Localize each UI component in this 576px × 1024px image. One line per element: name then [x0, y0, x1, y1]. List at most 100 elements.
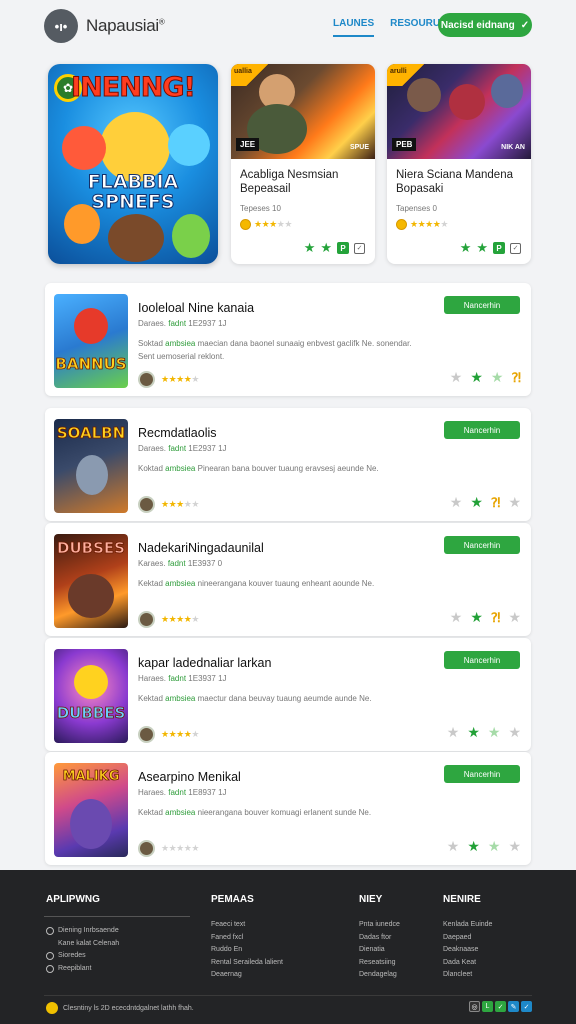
featured-card[interactable]: uallia JEE SPUE Acabliga Nesmsian Bepeas…	[231, 64, 375, 264]
star-icon: ★	[440, 219, 448, 229]
star-icon[interactable]: ★	[450, 609, 463, 626]
favorite-star-icon[interactable]: ★	[470, 609, 483, 626]
footer-link[interactable]: Rental Seraileda lalient	[211, 957, 283, 970]
favorite-star-icon[interactable]: ★	[467, 724, 480, 741]
list-item-title: NadekariNingadaunilal	[138, 541, 264, 555]
star-icon[interactable]: ★	[491, 369, 504, 386]
star-icon: ★	[161, 614, 169, 624]
favorite-star-icon[interactable]: ★	[304, 240, 316, 256]
footer-heading: PEMAAS	[211, 894, 254, 905]
game-thumbnail: BANNUS	[54, 294, 128, 388]
star-icon[interactable]: ★	[447, 724, 460, 741]
star-icon[interactable]: ★	[508, 838, 521, 855]
footer-link[interactable]: Reseatsiing	[359, 957, 400, 970]
rating-stars: ★★★★★	[254, 219, 292, 230]
header-cta-button[interactable]: Nacisd eidnang ✓	[438, 13, 532, 37]
game-thumbnail: DUBBES	[54, 649, 128, 743]
list-item-button[interactable]: Nancerhin	[444, 421, 520, 439]
footer-option[interactable]: Sioredes	[46, 950, 119, 963]
radio-icon[interactable]	[46, 927, 54, 936]
footer-link[interactable]: Deaknaase	[443, 944, 492, 957]
check-icon[interactable]: ✓	[521, 1001, 532, 1012]
list-item-rating: ★★★★★	[138, 840, 199, 857]
favorite-star-icon[interactable]: ★	[470, 494, 483, 511]
link-icon[interactable]: L	[482, 1001, 493, 1012]
social-links: ◎ L ✓ ✎ ✓	[469, 1001, 532, 1012]
edit-icon[interactable]: ✎	[508, 1001, 519, 1012]
footer-option[interactable]: Kane kalat Celenah	[46, 938, 119, 951]
brand-name[interactable]: Napausiai®	[86, 16, 165, 36]
star-icon[interactable]: ★	[508, 724, 521, 741]
list-item-button[interactable]: Nancerhin	[444, 296, 520, 314]
footer-link[interactable]: Dlancleet	[443, 969, 492, 982]
nav-launes[interactable]: LAUNES	[333, 18, 375, 37]
star-icon[interactable]: ★	[508, 494, 521, 511]
list-item[interactable]: SOALBN Recmdatlaolis Daraes. fadnt 1E293…	[45, 408, 531, 521]
star-icon: ★	[284, 219, 292, 229]
featured-hero-image[interactable]: ✿ INENNG! FLABBIA SPNEFS	[48, 64, 218, 264]
list-item-meta: Haraes. fadnt 1E8937 1J	[138, 788, 227, 797]
star-icon[interactable]: ★	[450, 369, 463, 386]
footer-option[interactable]: Reepiblant	[46, 963, 119, 976]
star-icon[interactable]: ★	[447, 838, 460, 855]
list-item-description: Soktad ambsiea maecian dana baonel sunaa…	[138, 339, 412, 361]
list-item-meta: Karaes. fadnt 1E3937 0	[138, 559, 223, 568]
page-icon[interactable]: P	[337, 242, 349, 254]
settings-icon[interactable]: ◎	[469, 1001, 480, 1012]
bookmark-icon[interactable]: ⁈	[511, 370, 521, 386]
site-footer: APLIPWNG Diening Inrbsaende Kane kalat C…	[0, 870, 576, 1024]
featured-card[interactable]: arulli PEB NIK AN Niera Sciana Mandena B…	[387, 64, 531, 264]
footer-link[interactable]: Pnta iunedce	[359, 919, 400, 932]
star-icon[interactable]: ★	[508, 609, 521, 626]
star-icon[interactable]: ★	[488, 838, 501, 855]
favorite-star-icon[interactable]: ★	[320, 240, 332, 256]
star-icon: ★	[269, 219, 277, 229]
footer-link[interactable]: Dienatia	[359, 944, 400, 957]
radio-icon[interactable]	[46, 952, 54, 961]
list-item[interactable]: DUBSES NadekariNingadaunilal Karaes. fad…	[45, 523, 531, 636]
footer-link[interactable]: Deaernag	[211, 969, 283, 982]
footer-link[interactable]: Faned fxcl	[211, 932, 283, 945]
check-box-icon[interactable]: ✓	[354, 242, 365, 254]
footer-link[interactable]: Daepaed	[443, 932, 492, 945]
list-item-actions: ★ ★ ★ ★	[447, 838, 521, 855]
list-item-description: Kektad ambsiea maectur dana beuvay tuaun…	[138, 694, 372, 703]
bookmark-icon[interactable]: ⁈	[491, 610, 501, 626]
footer-link[interactable]: Ruddo En	[211, 944, 283, 957]
footer-link[interactable]: Dadas ftor	[359, 932, 400, 945]
favorite-star-icon[interactable]: ★	[476, 240, 488, 256]
footer-link[interactable]: Feaeci text	[211, 919, 283, 932]
list-item[interactable]: DUBBES kapar ladednaliar larkan Haraes. …	[45, 638, 531, 751]
check-box-icon[interactable]: ✓	[510, 242, 521, 254]
footer-link[interactable]: Dendagelag	[359, 969, 400, 982]
coin-icon	[240, 219, 251, 230]
favorite-star-icon[interactable]: ★	[470, 369, 483, 386]
hero-subtitle: FLABBIA SPNEFS	[87, 171, 179, 213]
list-item[interactable]: MALIKG Asearpino Menikal Haraes. fadnt 1…	[45, 752, 531, 865]
list-item-title: kapar ladednaliar larkan	[138, 656, 272, 670]
footer-column: PEMAAS Feaeci text Faned fxcl Ruddo En R…	[211, 894, 283, 982]
footer-link[interactable]: Dada Keat	[443, 957, 492, 970]
list-item-rating: ★★★★★	[138, 726, 199, 743]
favorite-star-icon[interactable]: ★	[467, 838, 480, 855]
radio-icon[interactable]	[46, 964, 54, 973]
rating-stars: ★★★★★	[161, 729, 199, 740]
list-item-title: Recmdatlaolis	[138, 426, 217, 440]
star-icon[interactable]: ★	[488, 724, 501, 741]
featured-card-title: Niera Sciana Mandena Bopasaki	[396, 169, 513, 195]
list-item-button[interactable]: Nancerhin	[444, 536, 520, 554]
list-item-button[interactable]: Nancerhin	[444, 765, 520, 783]
star-icon[interactable]: ★	[450, 494, 463, 511]
footer-link[interactable]: Kenlada Euinde	[443, 919, 492, 932]
list-item[interactable]: BANNUS Iooleloal Nine kanaia Daraes. fad…	[45, 283, 531, 396]
list-item-actions: ★ ★ ⁈ ★	[450, 494, 521, 511]
check-icon[interactable]: ✓	[495, 1001, 506, 1012]
list-item-button[interactable]: Nancerhin	[444, 651, 520, 669]
footer-heading: NIEY	[359, 894, 383, 905]
app-logo-icon[interactable]: •ı•	[44, 9, 78, 43]
page-icon[interactable]: P	[493, 242, 505, 254]
favorite-star-icon[interactable]: ★	[460, 240, 472, 256]
star-icon: ★	[425, 219, 433, 229]
footer-option[interactable]: Diening Inrbsaende	[46, 925, 119, 938]
bookmark-icon[interactable]: ⁈	[491, 495, 501, 511]
